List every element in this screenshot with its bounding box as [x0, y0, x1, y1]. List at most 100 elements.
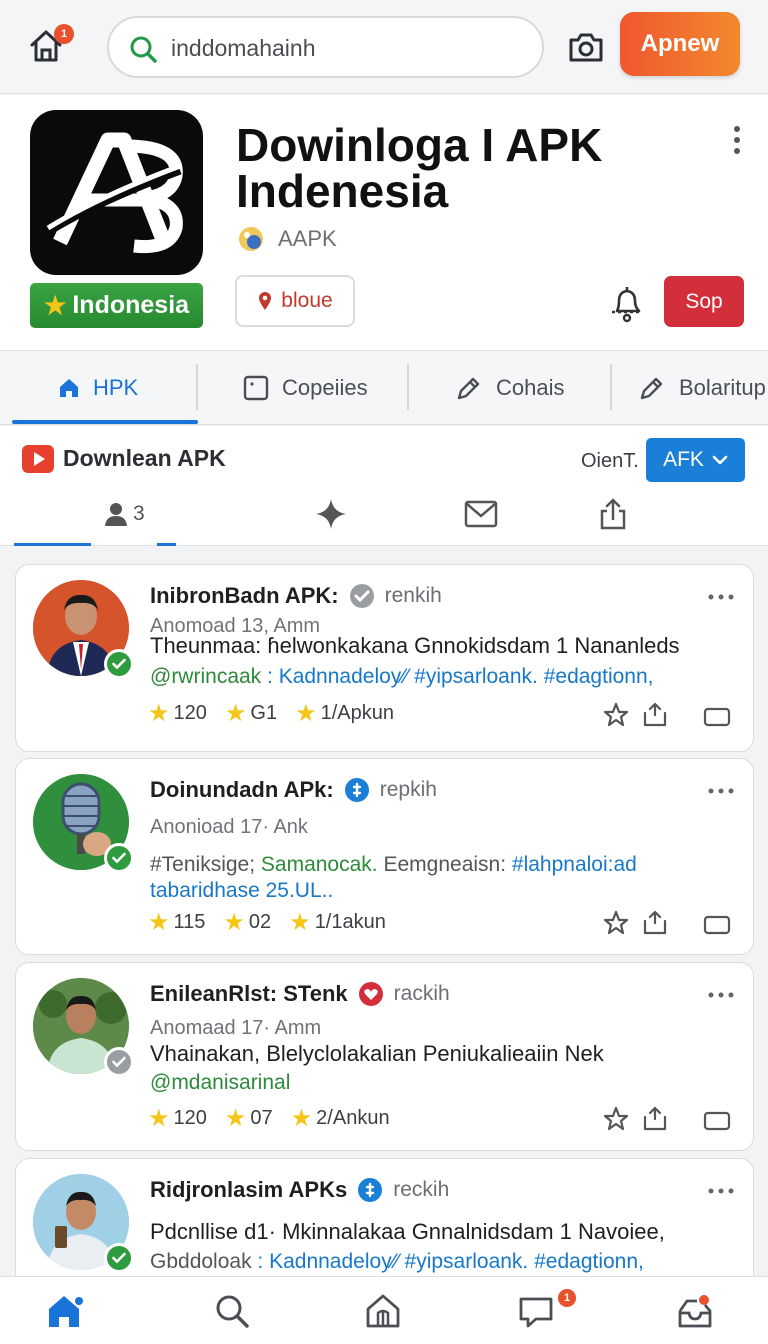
tag-mention[interactable]: @rwrincaak	[150, 665, 261, 688]
sparkle-icon	[316, 499, 346, 529]
mail-filter[interactable]	[464, 496, 498, 532]
post-author[interactable]: Doinundadn APk: repkih	[150, 777, 437, 803]
post-author[interactable]: Ridjronlasim APKs reckih	[150, 1177, 449, 1203]
tag-mention[interactable]: Samanocak.	[255, 853, 378, 876]
tag-mention[interactable]: Gbddoloak	[150, 1250, 252, 1273]
more-options-button[interactable]	[725, 123, 749, 159]
tab-divider	[196, 364, 198, 410]
verified-badge	[104, 649, 134, 679]
active-tab-indicator	[12, 420, 198, 424]
star-icon: ★	[290, 1104, 313, 1132]
home-icon	[60, 379, 78, 397]
star-icon: ★	[224, 699, 247, 727]
tab-label: Copeiies	[282, 375, 368, 400]
nav-store[interactable]	[363, 1291, 403, 1331]
tab-cohais[interactable]: Cohais	[454, 352, 564, 424]
comment-icon	[703, 1111, 731, 1131]
mail-icon	[464, 500, 498, 528]
tab-bolaritup[interactable]: Bolaritup	[637, 352, 766, 424]
tag-list[interactable]: : Kadnnadeloy⁄⁄ #yipsarloank. #edagtionn…	[252, 1250, 643, 1273]
top-bar: 1 Apnew	[0, 0, 768, 94]
stat-item: ★ 1/Apkun	[295, 699, 394, 728]
tag-hashtag[interactable]: #Teniksige;	[150, 853, 255, 876]
author-name: EnileanRlst: STenk	[150, 981, 348, 1006]
post-tags-line2[interactable]: tabaridhase 25.UL..	[150, 879, 333, 903]
author-name: Doinundadn APk:	[150, 777, 334, 802]
more-horizontal-icon[interactable]	[706, 1181, 736, 1201]
verified-badge	[104, 1047, 134, 1077]
post-author[interactable]: EnileanRlst: STenk rackih	[150, 981, 450, 1007]
bottom-nav: 1	[0, 1276, 768, 1344]
post-tags[interactable]: Gbddoloak : Kadnnadeloy⁄⁄ #yipsarloank. …	[150, 1250, 644, 1274]
search-bar[interactable]	[107, 16, 544, 78]
afk-label: AFK	[663, 448, 704, 471]
nav-search[interactable]	[212, 1291, 252, 1331]
tag-hashtag[interactable]: #lahpnaloi:ad	[506, 853, 637, 876]
post-stats: ★ 120 ★ G1 ★ 1/Apkun	[148, 698, 412, 728]
pen-icon	[640, 377, 663, 400]
post-tags[interactable]: @rwrincaak : Kadnnadeloy⁄⁄ #yipsarloank.…	[150, 665, 653, 689]
nav-messages[interactable]: 1	[516, 1289, 576, 1331]
repost-icon	[643, 702, 667, 727]
post-actions[interactable]	[602, 1105, 742, 1135]
post-tags[interactable]: @mdanisarinal	[150, 1071, 290, 1095]
verified-icon	[344, 778, 369, 802]
tab-copeiies[interactable]: Copeiies	[242, 352, 368, 424]
home-button[interactable]: 1	[26, 24, 74, 66]
check-icon	[112, 658, 126, 670]
star-icon: ★	[148, 699, 170, 727]
stat-item: ★ 02	[223, 908, 271, 937]
afk-dropdown[interactable]: AFK	[646, 438, 745, 482]
share-filter[interactable]	[596, 496, 630, 532]
comment-icon	[703, 707, 731, 727]
stat-value: 115	[173, 910, 206, 933]
post-actions[interactable]	[602, 909, 742, 939]
star-outline-icon	[603, 702, 629, 727]
sop-button[interactable]: Sop	[664, 276, 744, 327]
more-horizontal-icon[interactable]	[706, 781, 736, 801]
post-author[interactable]: InibronBadn APK: renkih	[150, 583, 442, 609]
sparkle-filter[interactable]	[314, 496, 348, 532]
building-icon	[366, 1294, 400, 1328]
play-icon	[22, 445, 54, 473]
stat-item: ★ 120	[148, 1104, 207, 1133]
search-icon	[130, 36, 157, 63]
post-actions[interactable]	[602, 701, 742, 731]
square-icon	[243, 375, 269, 401]
notify-button[interactable]	[605, 281, 649, 325]
camera-button[interactable]	[566, 27, 606, 67]
app-logo-mark	[46, 132, 183, 254]
developer-row[interactable]: AAPK	[236, 223, 337, 255]
post-card[interactable]: Doinundadn APk: repkih Anonioad 17· Ank …	[15, 758, 754, 955]
bloue-label: bloue	[281, 289, 333, 312]
post-text: Theunmaa: ɦelwonkakana Gnnokidsdam 1 Nan…	[150, 633, 680, 658]
search-input[interactable]	[171, 30, 521, 66]
star-icon: ★	[224, 1104, 247, 1132]
developer-name: AAPK	[278, 226, 337, 251]
author-name: Ridjronlasim APKs	[150, 1177, 348, 1202]
tag-mention[interactable]: @mdanisarinal	[150, 1071, 290, 1094]
post-card[interactable]: InibronBadn APK: renkih Anomoad 13, Amm …	[15, 564, 754, 752]
section-header: Downlean APK OienT. AFK 3	[0, 426, 768, 546]
nav-profile[interactable]	[675, 1291, 715, 1331]
more-horizontal-icon[interactable]	[706, 985, 736, 1005]
heart-badge-icon	[358, 982, 383, 1006]
post-tags[interactable]: #Teniksige; Samanocak. Eemgneaisn: #lahp…	[150, 853, 637, 877]
bloue-button[interactable]: bloue	[235, 275, 355, 327]
tab-label: Cohais	[496, 375, 565, 400]
stat-item: ★ 07	[225, 1104, 273, 1133]
tab-apk[interactable]: ΗPK	[57, 352, 138, 424]
nav-home[interactable]	[44, 1291, 84, 1331]
tag-list[interactable]: : Kadnnadeloy⁄⁄ #yipsarloank. #edagtionn…	[261, 665, 653, 688]
post-card[interactable]: EnileanRlst: STenk rackih Anomaad 17· Am…	[15, 962, 754, 1151]
post-stats: ★ 120 ★ 07 ★ 2/Ankun	[148, 1103, 408, 1133]
stat-value: 07	[250, 1106, 273, 1129]
pen-icon	[457, 377, 480, 400]
stat-item: ★ 2/Ankun	[291, 1104, 390, 1133]
star-outline-icon	[603, 1106, 629, 1131]
apnew-button[interactable]: Apnew	[620, 12, 740, 76]
author-name: InibronBadn APK:	[150, 583, 339, 608]
check-icon	[112, 1056, 126, 1068]
more-horizontal-icon[interactable]	[706, 587, 736, 607]
users-filter[interactable]: 3	[103, 496, 145, 532]
